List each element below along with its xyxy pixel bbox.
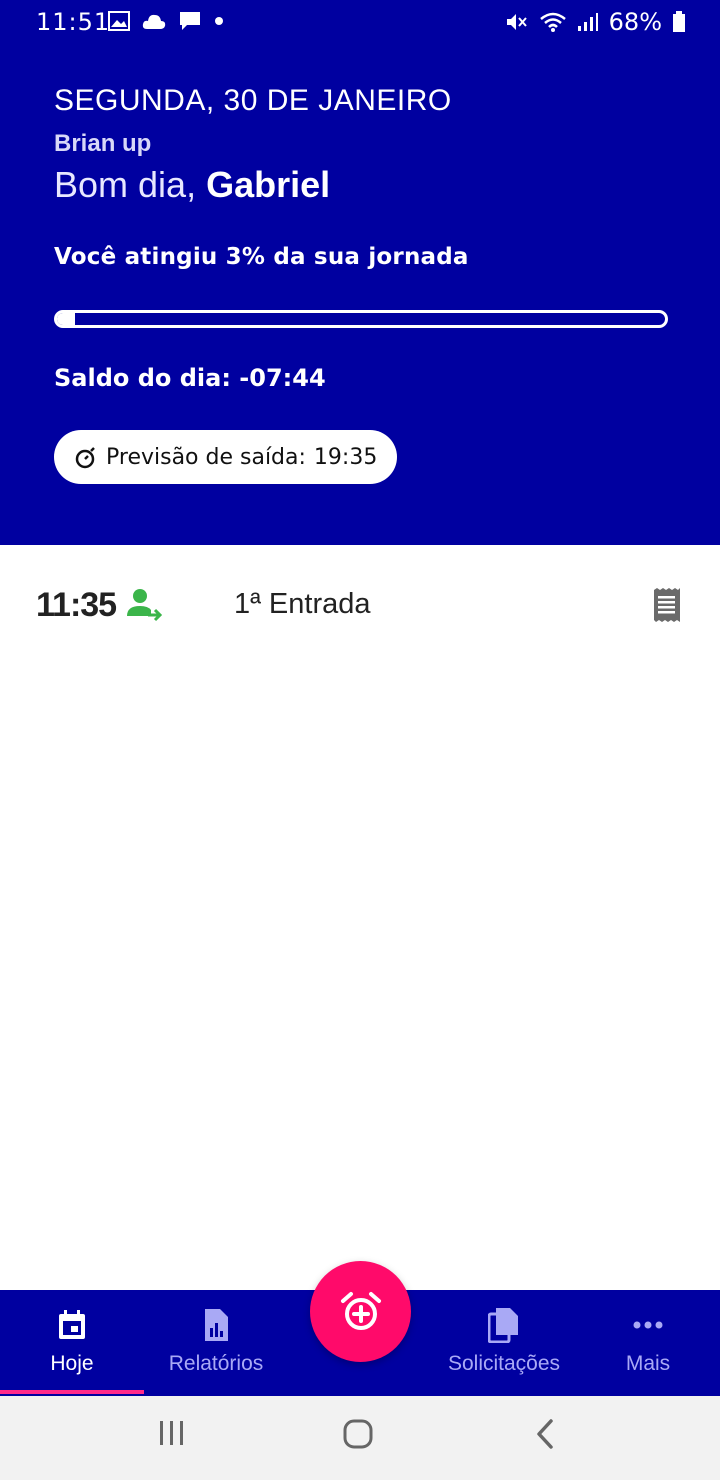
greeting-prefix: Bom dia, [54,164,197,205]
stopwatch-icon [75,447,95,469]
nav-item-solicitacoes[interactable]: Solicitações [432,1290,576,1396]
status-time: 11:51 [36,8,111,36]
exit-forecast-chip[interactable]: Previsão de saída: 19:35 [54,430,398,484]
nav-item-relatorios[interactable]: Relatórios [144,1290,288,1396]
battery-percent: 68% [608,8,662,36]
date-label: SEGUNDA, 30 DE JANEIRO [54,84,452,117]
register-punch-button[interactable] [310,1261,411,1362]
receipt-icon[interactable] [652,588,682,622]
exit-forecast-label: Previsão de saída: [106,444,306,470]
message-icon [180,12,200,30]
notification-icons [108,10,224,32]
wifi-icon [539,12,566,32]
greeting: Bom dia, Gabriel [54,164,330,206]
status-right: 68% [505,8,686,36]
report-icon [205,1309,228,1341]
journey-text: Você atingiu 3% da sua jornada [54,244,469,270]
user-name: Gabriel [206,164,331,205]
recent-apps-icon[interactable] [158,1418,186,1448]
more-icon [633,1321,663,1329]
battery-icon [673,11,685,32]
entry-row[interactable]: 11:35 1ª Entrada [0,560,720,650]
day-balance: Saldo do dia: -07:44 [54,364,326,392]
person-entry-icon [127,589,162,622]
mute-icon [506,14,527,30]
signal-icon [577,13,598,31]
header: SEGUNDA, 30 DE JANEIRO Brian up Bom dia,… [0,44,720,545]
nav-label-hoje: Hoje [50,1352,94,1375]
dot-icon [215,17,223,25]
exit-forecast-time: 19:35 [313,444,378,470]
entry-time: 11:35 [36,586,117,624]
nav-item-mais[interactable]: Mais [576,1290,720,1396]
nav-item-hoje[interactable]: Hoje [0,1290,144,1396]
documents-icon [488,1308,518,1343]
calendar-icon [59,1310,85,1339]
back-icon[interactable] [534,1418,556,1450]
cloud-icon [142,14,166,29]
home-icon[interactable] [342,1418,374,1450]
journey-progress-bar [54,310,668,328]
nav-label-solicitacoes: Solicitações [447,1352,561,1375]
company-name: Brian up [54,130,152,157]
status-bar: 11:51 68% [0,0,720,44]
gallery-icon [108,11,130,31]
system-navigation-bar [0,1396,720,1480]
alarm-add-icon [340,1291,381,1330]
nav-label-mais: Mais [625,1352,671,1375]
active-tab-indicator [0,1390,144,1394]
nav-label-relatorios: Relatórios [168,1352,264,1375]
entry-label: 1ª Entrada [234,588,371,620]
journey-progress-fill [57,313,76,325]
